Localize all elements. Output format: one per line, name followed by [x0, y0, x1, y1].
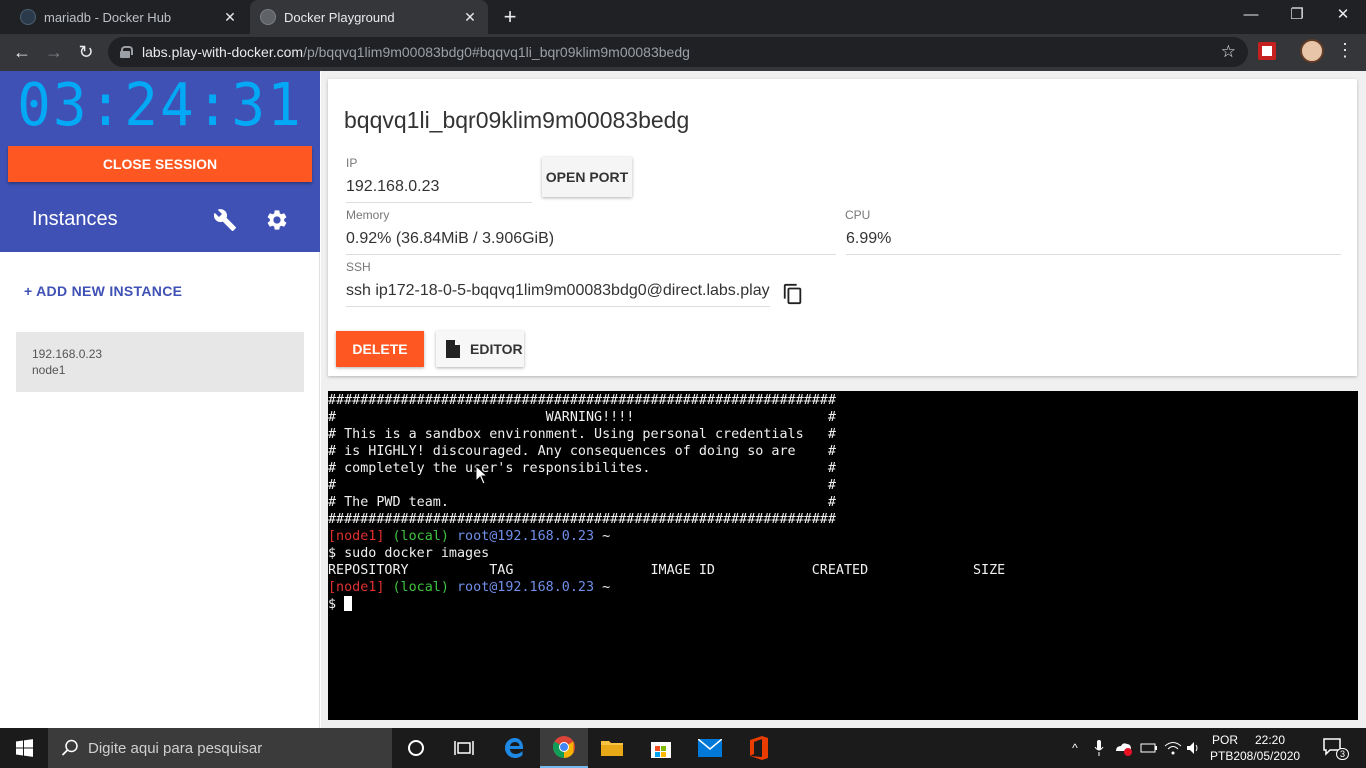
- instance-ip: 192.168.0.23: [32, 347, 103, 361]
- chrome-icon[interactable]: [540, 728, 588, 768]
- search-placeholder: Digite aqui para pesquisar: [88, 739, 263, 757]
- close-session-button[interactable]: CLOSE SESSION: [8, 146, 312, 182]
- terminal-line: ########################################…: [328, 393, 836, 408]
- profile-avatar[interactable]: [1300, 39, 1324, 63]
- windows-taskbar: Digite aqui para pesquisar ^ POR PTB2 22…: [0, 728, 1366, 768]
- open-port-button[interactable]: OPEN PORT: [542, 157, 632, 197]
- back-icon[interactable]: ←: [8, 38, 36, 66]
- terminal-input-line[interactable]: $: [328, 596, 1358, 613]
- task-view-icon[interactable]: [440, 728, 488, 768]
- editor-button[interactable]: EDITOR: [436, 331, 524, 367]
- terminal-cursor: [344, 596, 353, 611]
- copy-icon[interactable]: [782, 282, 804, 306]
- browser-menu-icon[interactable]: ⋮: [1336, 40, 1354, 61]
- new-tab-icon[interactable]: +: [497, 4, 523, 30]
- address-bar[interactable]: labs.play-with-docker.com/p/bqqvq1lim9m0…: [108, 37, 1248, 67]
- onedrive-error-icon[interactable]: [1112, 728, 1134, 768]
- instance-name: node1: [32, 363, 66, 377]
- notification-center-icon[interactable]: 3: [1322, 736, 1350, 760]
- tab-close-icon[interactable]: ✕: [458, 9, 482, 26]
- instance-list-item[interactable]: 192.168.0.23 node1: [16, 332, 304, 392]
- file-explorer-icon[interactable]: [588, 728, 636, 768]
- sidebar-header: 03:24:31 CLOSE SESSION Instances: [0, 71, 320, 252]
- memory-field: 0.92% (36.84MiB / 3.906GiB): [346, 230, 836, 255]
- show-hidden-icons-icon[interactable]: ^: [1066, 728, 1084, 768]
- memory-label: Memory: [346, 208, 390, 222]
- add-new-instance-button[interactable]: + ADD NEW INSTANCE: [24, 283, 182, 299]
- forward-icon[interactable]: →: [40, 38, 68, 66]
- docker-hub-favicon-icon: [20, 9, 36, 25]
- session-timer: 03:24:31: [17, 71, 303, 140]
- wifi-icon[interactable]: [1162, 728, 1184, 768]
- mail-icon[interactable]: [686, 728, 734, 768]
- edge-icon[interactable]: [491, 728, 539, 768]
- terminal-line: ########################################…: [328, 512, 836, 527]
- ssh-field[interactable]: ssh ip172-18-0-5-bqqvq1lim9m00083bdg0@di…: [346, 282, 770, 307]
- delete-button[interactable]: DELETE: [336, 331, 424, 367]
- ip-field[interactable]: 192.168.0.23: [346, 178, 532, 203]
- volume-icon[interactable]: [1184, 728, 1204, 768]
- terminal-line: # WARNING!!!! #: [328, 410, 836, 425]
- battery-icon[interactable]: [1138, 728, 1160, 768]
- tab-title: mariadb - Docker Hub: [44, 9, 172, 25]
- cortana-icon[interactable]: [392, 728, 440, 768]
- terminal[interactable]: ########################################…: [328, 391, 1358, 720]
- url-text: labs.play-with-docker.com/p/bqqvq1lim9m0…: [142, 44, 690, 60]
- system-clock[interactable]: 22:20 08/05/2020: [1240, 732, 1300, 764]
- cpu-field: 6.99%: [846, 230, 1341, 255]
- language-indicator[interactable]: POR PTB2: [1206, 732, 1244, 764]
- instance-title: bqqvq1li_bqr09klim9m00083bedg: [344, 107, 690, 133]
- editor-label: EDITOR: [470, 341, 523, 357]
- browser-tab-strip: mariadb - Docker Hub ✕ Docker Playground…: [0, 0, 1366, 34]
- close-window-icon[interactable]: ✕: [1320, 0, 1366, 32]
- tab-mariadb-docker-hub[interactable]: mariadb - Docker Hub ✕: [0, 0, 248, 34]
- bookmark-star-icon[interactable]: ☆: [1221, 42, 1236, 62]
- restore-icon[interactable]: ❐: [1274, 0, 1320, 32]
- minimize-icon[interactable]: —: [1228, 0, 1274, 32]
- browser-toolbar: ← → ↻ labs.play-with-docker.com/p/bqqvq1…: [0, 34, 1366, 71]
- lock-icon: [120, 46, 133, 58]
- taskbar-search[interactable]: Digite aqui para pesquisar: [48, 728, 392, 768]
- globe-favicon-icon: [260, 9, 276, 25]
- terminal-prompt: [node1] (local) root@192.168.0.23 ~: [328, 529, 611, 544]
- tab-close-icon[interactable]: ✕: [218, 9, 242, 26]
- reload-icon[interactable]: ↻: [72, 38, 100, 66]
- sidebar: 03:24:31 CLOSE SESSION Instances + ADD N…: [0, 71, 320, 728]
- cpu-label: CPU: [845, 208, 871, 222]
- extension-icon[interactable]: [1258, 42, 1276, 60]
- terminal-output-header: REPOSITORY TAG IMAGE ID CREATED SIZE: [328, 563, 1006, 578]
- instances-title: Instances: [32, 208, 118, 230]
- instance-details-card: bqqvq1li_bqr09klim9m00083bedg IP 192.168…: [328, 79, 1357, 376]
- ip-label: IP: [346, 156, 358, 170]
- terminal-line: # The PWD team. #: [328, 495, 836, 510]
- mouse-pointer-icon: [475, 465, 489, 485]
- terminal-prompt: [node1] (local) root@192.168.0.23 ~: [328, 580, 611, 595]
- wrench-icon[interactable]: [212, 208, 238, 232]
- notification-count: 3: [1336, 748, 1350, 760]
- tab-title: Docker Playground: [284, 9, 395, 25]
- terminal-command: $ sudo docker images: [328, 546, 490, 561]
- windows-start-icon[interactable]: [0, 728, 48, 768]
- gear-icon[interactable]: [265, 208, 289, 232]
- terminal-line: # This is a sandbox environment. Using p…: [328, 427, 836, 442]
- ssh-label: SSH: [346, 260, 371, 274]
- tab-docker-playground[interactable]: Docker Playground ✕: [250, 0, 488, 34]
- office-icon[interactable]: [735, 728, 783, 768]
- microsoft-store-icon[interactable]: [637, 728, 685, 768]
- search-icon: [61, 739, 78, 756]
- file-icon: [446, 340, 460, 358]
- terminal-line: # is HIGHLY! discouraged. Any consequenc…: [328, 444, 836, 459]
- microphone-icon[interactable]: [1090, 728, 1108, 768]
